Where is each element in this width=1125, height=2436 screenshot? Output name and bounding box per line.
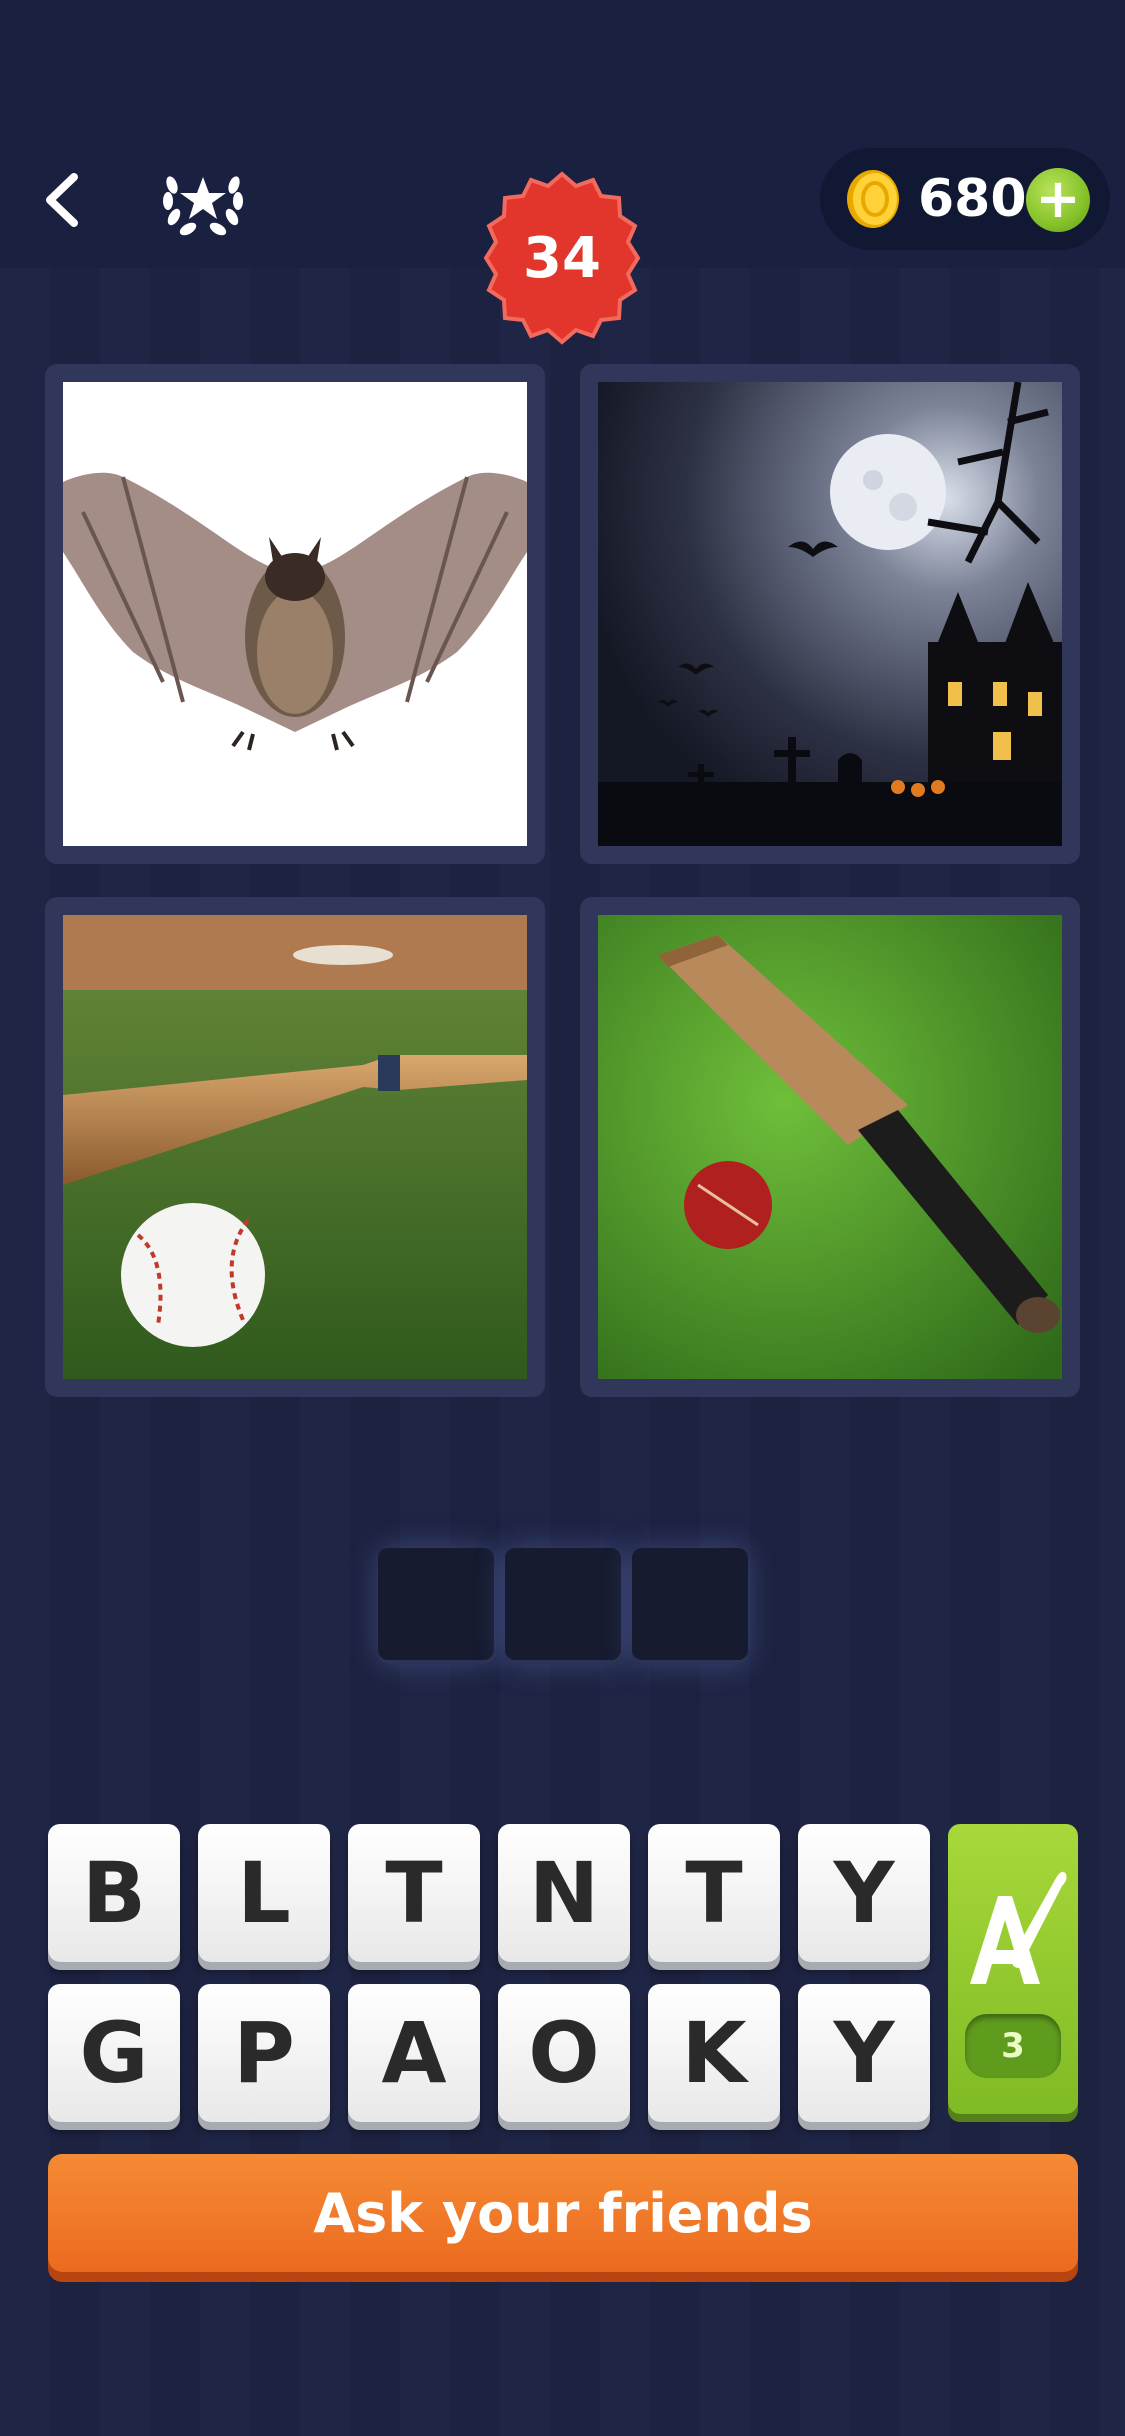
bat-animal-image [63, 382, 527, 846]
cricket-bat-image [598, 915, 1062, 1379]
letter-tile-8[interactable]: P [198, 1984, 330, 2122]
halloween-night-image [598, 382, 1062, 846]
clue-image-2[interactable] [580, 364, 1080, 864]
chevron-left-icon [46, 173, 78, 227]
letter-tile-3[interactable]: T [348, 1824, 480, 1962]
answer-slot-3[interactable] [632, 1548, 748, 1664]
coin-icon [847, 170, 899, 228]
letter-tile-4[interactable]: N [498, 1824, 630, 1962]
coin-balance[interactable]: 680 + [820, 148, 1110, 250]
clue-image-1[interactable] [45, 364, 545, 864]
letter-tile-6[interactable]: Y [798, 1824, 930, 1962]
letter-tile-2[interactable]: L [198, 1824, 330, 1962]
hint-count-badge: 3 [965, 2014, 1061, 2078]
level-badge: 34 [472, 168, 652, 348]
answer-slot-1[interactable] [378, 1548, 494, 1664]
coin-count: 680 [918, 169, 1027, 229]
level-number: 34 [523, 225, 601, 291]
achievements-button[interactable] [158, 155, 248, 245]
answer-slot-2[interactable] [505, 1548, 621, 1664]
letter-tile-12[interactable]: Y [798, 1984, 930, 2122]
letter-tile-5[interactable]: T [648, 1824, 780, 1962]
letter-tile-1[interactable]: B [48, 1824, 180, 1962]
letter-tile-9[interactable]: A [348, 1984, 480, 2122]
clue-image-4[interactable] [580, 897, 1080, 1397]
letter-tile-11[interactable]: K [648, 1984, 780, 2122]
ask-friends-button[interactable]: Ask your friends [48, 2154, 1078, 2272]
clue-image-3[interactable] [45, 897, 545, 1397]
back-button[interactable] [30, 165, 100, 235]
letter-tile-7[interactable]: G [48, 1984, 180, 2122]
paintbrush-a-icon [970, 1871, 1067, 1984]
answer-slots [378, 1548, 748, 1664]
letter-tile-10[interactable]: O [498, 1984, 630, 2122]
hint-button[interactable]: 3 [948, 1824, 1078, 2114]
add-coins-button[interactable]: + [1026, 168, 1090, 232]
baseball-bat-image [63, 915, 527, 1379]
laurel-star-icon [163, 176, 243, 236]
